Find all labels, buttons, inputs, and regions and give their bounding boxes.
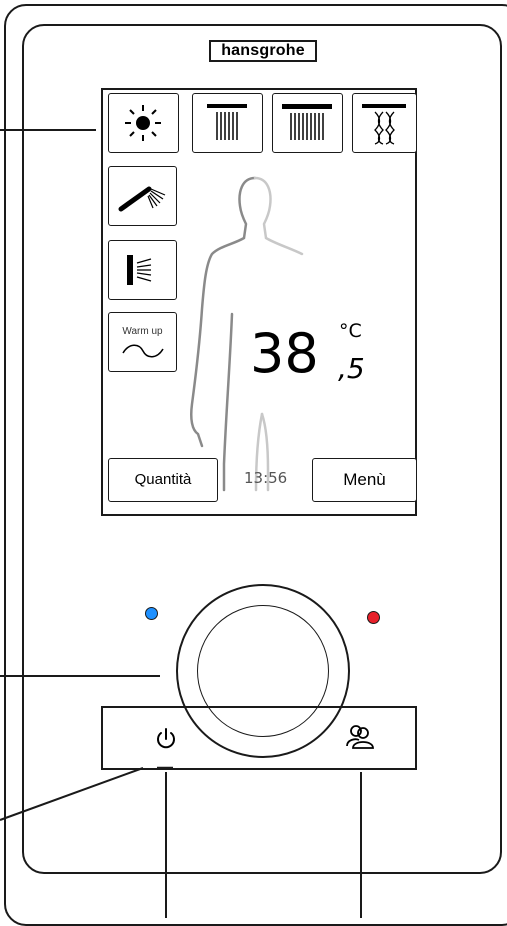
overhead-shower-wide-icon — [282, 104, 332, 140]
clock: 13:56 — [244, 469, 288, 487]
overhead-shower-wide-button[interactable] — [272, 93, 343, 153]
warm-up-button[interactable]: Warm up — [108, 312, 177, 372]
overhead-shower-mix-button[interactable] — [352, 93, 417, 153]
hand-shower-button[interactable] — [108, 166, 177, 226]
temperature-decimal: ,5 — [338, 352, 365, 385]
quantity-button[interactable]: Quantità — [108, 458, 218, 502]
light-mode-button[interactable] — [108, 93, 179, 153]
temperature-integer: 38 — [250, 322, 319, 385]
temperature-unit: °C — [339, 320, 362, 342]
side-jet-button[interactable] — [108, 240, 177, 300]
sun-icon — [125, 105, 161, 141]
wave-icon — [122, 344, 164, 358]
overhead-shower-mix-icon — [362, 104, 406, 145]
warm-up-label: Warm up — [122, 326, 163, 337]
power-icon — [157, 728, 175, 749]
power-button[interactable] — [150, 722, 182, 754]
users-button[interactable] — [343, 720, 379, 756]
cold-indicator-dot — [145, 607, 158, 620]
menu-button[interactable]: Menù — [312, 458, 417, 502]
hot-indicator-dot — [367, 611, 380, 624]
overhead-shower-narrow-icon — [207, 104, 247, 140]
hand-shower-icon — [118, 186, 166, 212]
side-jet-icon — [127, 255, 152, 285]
users-icon — [346, 725, 374, 749]
overhead-shower-narrow-button[interactable] — [192, 93, 263, 153]
